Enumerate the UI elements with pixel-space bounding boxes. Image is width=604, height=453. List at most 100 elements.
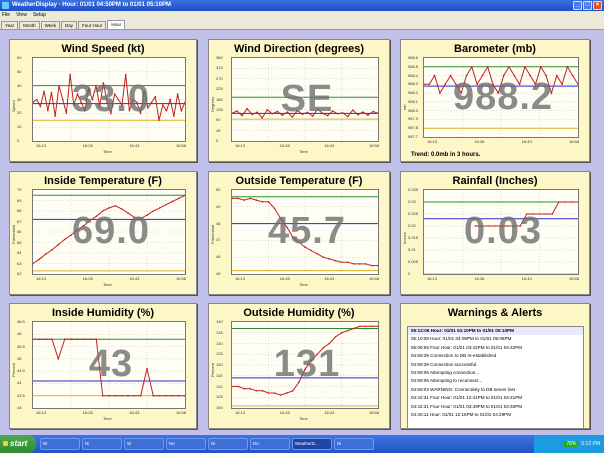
x-tick-label: 16:58 [176,143,187,148]
warning-item[interactable]: 04:59:39 Connection to DB re-established [408,352,583,360]
data-point [311,115,314,117]
taskbar-item[interactable]: Ni [334,438,374,450]
data-point [38,258,41,261]
chart-svg [232,322,378,408]
tab-week[interactable]: Week [40,21,61,29]
tab-hour[interactable]: Hour [107,20,126,29]
barometer-trend: Trend: 0.0mb in 3 hours. [411,152,481,158]
data-point [316,108,319,110]
data-point [267,201,270,203]
data-point [133,216,136,219]
tab-month[interactable]: Month [19,21,40,29]
taskbar-item[interactable]: W [40,438,80,450]
maximize-button[interactable]: □ [583,1,592,10]
menu-setup[interactable]: Setup [33,11,46,20]
x-tick-label: 16:28 [474,139,485,144]
data-point [298,381,300,383]
data-point [152,210,155,212]
data-point [108,394,110,397]
warning-item[interactable]: 04:42:31 Four Hour: 01/01 03:49PM to 01/… [408,403,583,411]
taskbar-item[interactable]: Ni [208,438,248,450]
data-point [177,394,180,397]
warning-item[interactable]: 04:42:31 Four Hour: 01/01 12:41PM to 01/… [408,394,583,402]
data-point [365,263,367,265]
data-point [165,203,167,206]
data-point [128,109,131,112]
y-tick-label: 0 [408,271,411,276]
taskbar: start W Ni W Ne Ni Do WeatherD... Ni 78% 5:12 P… [0,435,604,453]
data-point [50,91,53,94]
x-tick-label: 16:28 [82,143,93,148]
taskbar-item[interactable]: WeatherD... [292,438,332,450]
close-button[interactable]: × [593,1,602,10]
taskbar-item[interactable]: Do [250,438,290,450]
tab-year[interactable]: Year [1,21,19,29]
y-tick-label: 0.02 [408,223,416,228]
tab-four-hour[interactable]: Four Hour [78,21,107,29]
y-tick-label: 48 [216,220,221,226]
warning-item[interactable]: 05:10:08 Hour: 01/01 04:06PM to 01/01 05… [408,335,583,343]
data-point [286,392,288,394]
warning-item[interactable]: 05:09:55 Four Hour: 01/01 03:42PM to 01/… [408,344,583,352]
data-point [120,208,123,210]
taskbar-item[interactable]: W [124,438,164,450]
menu-file[interactable]: File [2,11,10,20]
data-point [357,113,359,116]
tab-day[interactable]: Day [61,21,78,29]
data-point [98,105,101,108]
data-point [471,66,473,68]
data-point [165,109,168,112]
x-tick-label: 16:13 [427,276,438,281]
data-point [279,217,282,220]
taskbar-item[interactable]: Ne [166,438,206,450]
data-point [89,338,91,340]
data-point [518,83,521,86]
data-point [359,325,361,328]
warning-item[interactable]: 04:59:06 Attempting to reconnect... [408,377,583,385]
data-point [255,390,258,392]
data-point [91,98,94,101]
chart-svg [232,190,378,274]
y-tick-label: 988.0 [408,107,419,113]
data-point [371,264,373,267]
warning-item[interactable]: 04:40:11 Hour: 01/01 12:16PM to 01/01 04… [408,411,583,419]
dashboard: Wind Speed (kt) 60 50 40 30 20 10 0 16:13 16:28 1… [0,30,604,435]
minimize-button[interactable]: _ [573,1,582,10]
y-tick-label: 115 [216,372,223,378]
data-point [232,385,233,388]
taskbar-item[interactable]: Ni [82,438,122,450]
warnings-list[interactable]: 05:12:06 Hour: 01/01 04:10PM to 01/01 05… [407,326,584,429]
y-tick-label: 90 [216,117,221,123]
data-point [132,98,134,101]
x-tick-label: 16:58 [569,276,580,281]
data-point [33,338,34,340]
data-point [108,207,110,209]
menu-view[interactable]: View [16,11,27,20]
data-point [117,98,120,101]
data-point [114,394,117,397]
y-tick-label: 62 [17,271,22,276]
data-point [474,225,477,227]
data-point [304,368,306,371]
warning-item[interactable]: 04:59:03 WARNING: Connectivity to DB ser… [408,386,583,394]
warning-item[interactable]: 04:59:39 Connection successful. [408,361,583,369]
x-axis-label: Time [299,282,308,287]
data-point [570,201,573,203]
x-tick-label: 16:58 [369,143,380,148]
data-point [127,212,129,214]
data-point [334,336,337,338]
data-series-line [232,325,378,396]
time-range-tabs: Year Month Week Day Four Hour Hour [0,20,604,30]
x-tick-label: 16:13 [235,276,246,281]
warning-item[interactable]: 05:12:06 Hour: 01/01 04:10PM to 01/01 05… [408,327,583,336]
data-point [243,387,245,390]
warning-item[interactable]: 04:59:06 Attempting connection... [408,369,583,377]
data-point [444,83,446,86]
x-tick-label: 16:28 [279,410,290,415]
data-point [177,197,180,200]
start-button[interactable]: start [0,435,36,453]
data-point [538,213,541,215]
data-point [322,256,325,258]
data-point [171,394,174,397]
x-tick-label: 16:13 [36,143,47,148]
